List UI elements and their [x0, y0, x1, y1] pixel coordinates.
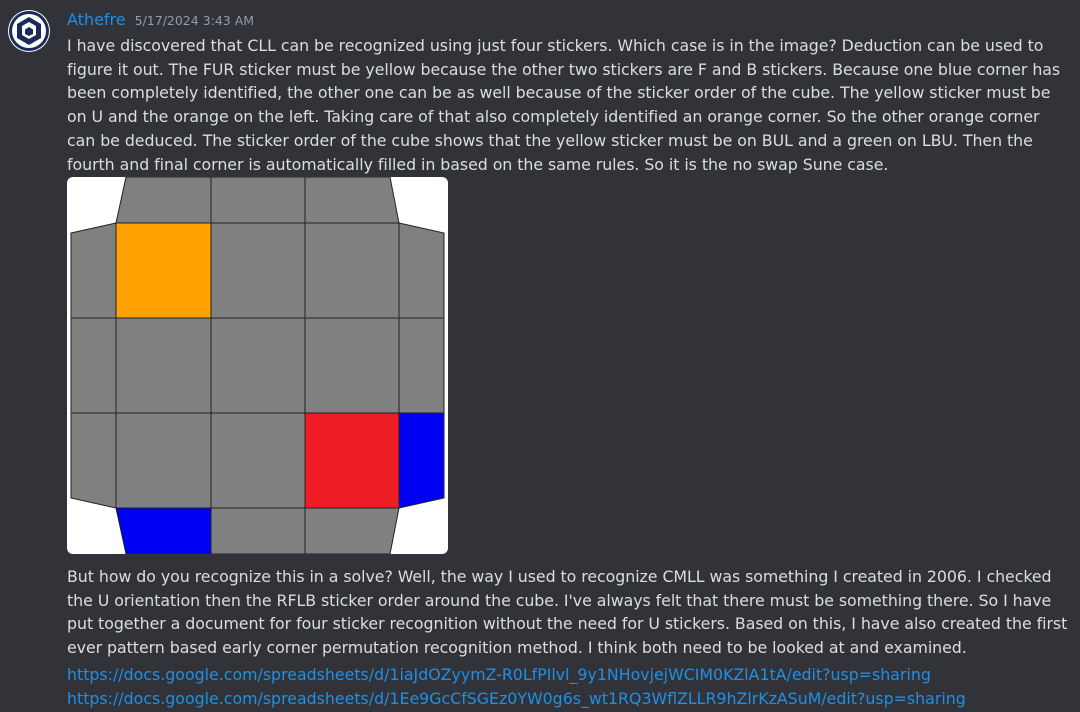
- sticker-u-6: [304, 317, 400, 414]
- sticker-right-1: [398, 222, 445, 319]
- username[interactable]: Athefre: [67, 10, 126, 29]
- sticker-left-2: [70, 317, 117, 414]
- spreadsheet-link-1[interactable]: https://docs.google.com/spreadsheets/d/1…: [67, 664, 931, 686]
- sticker-back-2: [210, 177, 306, 224]
- sticker-front-2: [210, 507, 306, 554]
- sticker-back-3: [304, 177, 400, 224]
- sticker-u-2: [210, 222, 306, 319]
- message-header: Athefre 5/17/2024 3:43 AM: [67, 10, 254, 29]
- cube-diagram: [70, 177, 445, 554]
- sticker-left-3: [70, 412, 117, 509]
- sticker-u-1: [115, 222, 212, 319]
- sticker-right-2: [398, 317, 445, 414]
- sticker-left-1: [70, 222, 117, 319]
- sticker-front-3: [304, 507, 400, 554]
- cube-logo-icon: [9, 11, 49, 51]
- sticker-u-9: [304, 412, 400, 509]
- sticker-u-4: [115, 317, 212, 414]
- spreadsheet-link-2[interactable]: https://docs.google.com/spreadsheets/d/1…: [67, 688, 966, 710]
- message-text-paragraph-2: But how do you recognize this in a solve…: [67, 567, 1068, 658]
- sticker-u-8: [210, 412, 306, 509]
- sticker-u-3: [304, 222, 400, 319]
- avatar[interactable]: [8, 10, 50, 52]
- sticker-u-7: [115, 412, 212, 509]
- sticker-u-5: [210, 317, 306, 414]
- cube-attachment-image[interactable]: [67, 177, 448, 554]
- sticker-right-3: [398, 412, 445, 509]
- message-text-paragraph-1: I have discovered that CLL can be recogn…: [67, 36, 1061, 174]
- sticker-back-1: [115, 177, 212, 224]
- sticker-front-1: [115, 507, 212, 554]
- message-timestamp[interactable]: 5/17/2024 3:43 AM: [135, 13, 254, 28]
